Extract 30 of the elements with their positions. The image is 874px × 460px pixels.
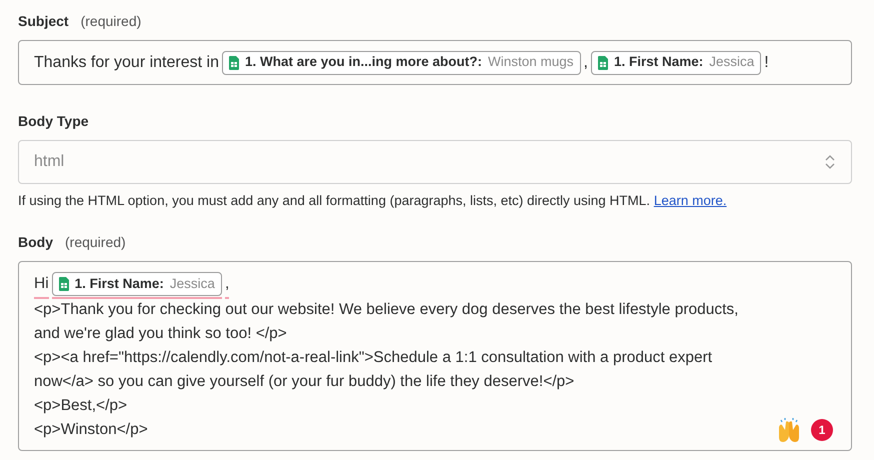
spreadsheet-icon	[228, 56, 239, 70]
field-token[interactable]: 1. First Name: Jessica	[590, 50, 762, 74]
text: Thanks for your interest in	[34, 52, 219, 72]
body-text-line: now</a> so you can give yourself (or your fur buddy) the life they deserve!</p>	[34, 372, 574, 392]
body-text-line: and we're glad you think so too! </p>	[34, 324, 287, 344]
subject-field[interactable]: Thanks for your interest in 1. What are you in...ing more about?: Winston mugs , 1. First Name: Jessica !	[18, 40, 852, 85]
learn-more-link[interactable]: Learn more.	[654, 193, 727, 208]
text: ,	[224, 272, 230, 299]
body-text-line: <p>Winston</p>	[34, 420, 148, 440]
body-text-line: <p>Thank you for checking out our website! We believe every dog deserves the best lifestyle products,	[34, 300, 738, 320]
field-label: Body	[18, 233, 53, 252]
field-token[interactable]: 1. First Name: Jessica	[52, 272, 222, 296]
text: ,	[584, 52, 588, 72]
spreadsheet-icon	[58, 276, 69, 291]
raised-hands-icon	[776, 418, 802, 442]
spreadsheet-icon	[598, 56, 608, 70]
count-badge: 1	[811, 419, 833, 442]
required-note: (required)	[80, 12, 142, 31]
field-label: Subject	[18, 12, 69, 31]
chevron-updown-icon	[824, 153, 836, 171]
required-note: (required)	[65, 233, 126, 252]
field-token[interactable]: 1. What are you in...ing more about?: Winston mugs	[222, 50, 581, 74]
body-field[interactable]	[18, 261, 852, 452]
body-text-line: <p><a href="https://calendly.com/not-a-real-link">Schedule a 1:1 consultation with a product expert	[34, 348, 712, 368]
field-label: Body Type	[18, 112, 89, 131]
select-value: html	[34, 152, 64, 172]
body-text-line: <p>Best,</p>	[34, 396, 128, 416]
text: !	[764, 52, 769, 72]
hint-text: If using the HTML option, you must add any and all formatting (paragraphs, lists, etc) directly using HTML. Learn more.	[18, 192, 728, 210]
text: Hi	[34, 272, 49, 299]
